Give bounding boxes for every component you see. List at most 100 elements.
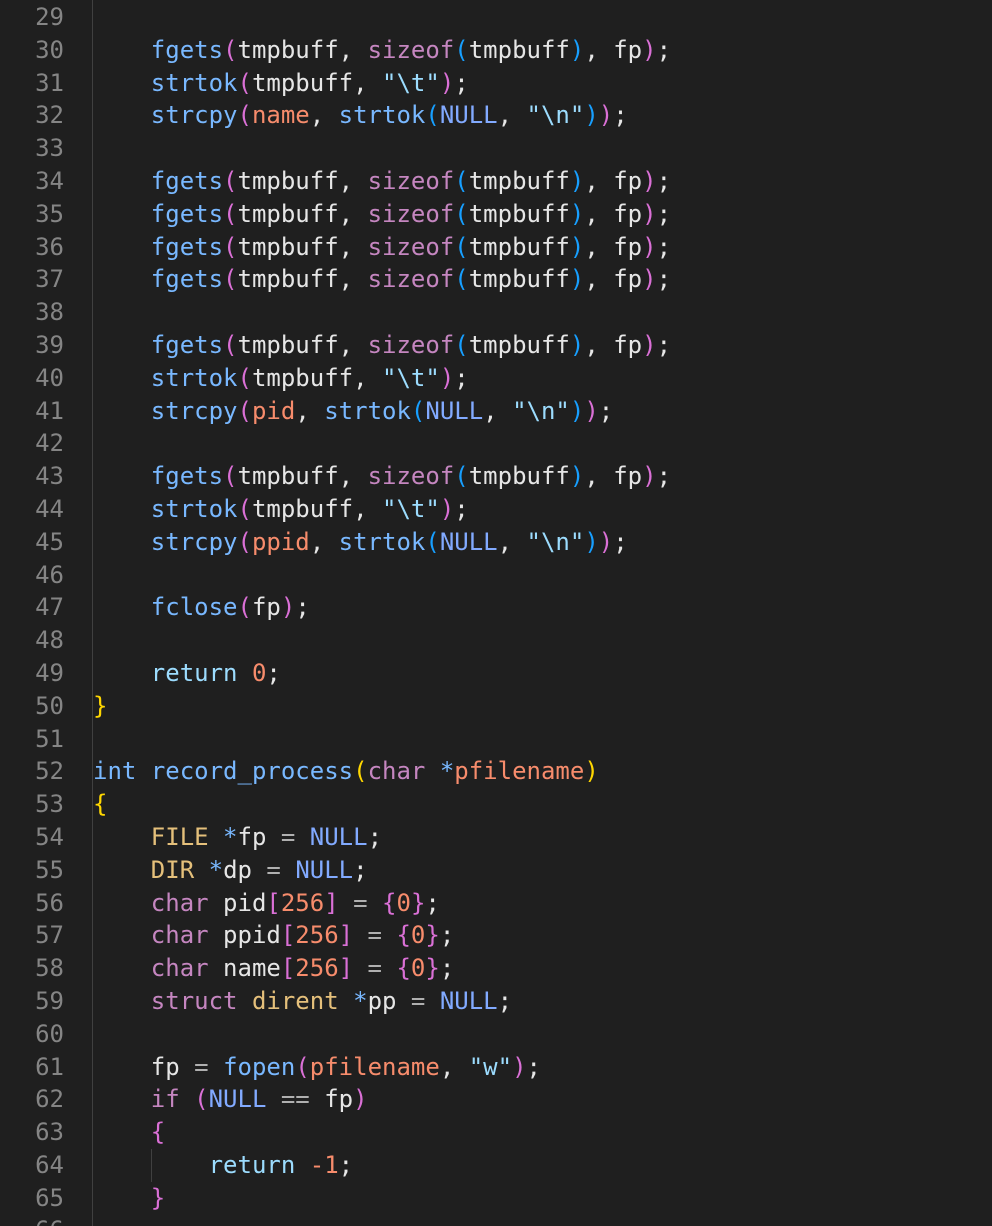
- code-line[interactable]: 57 char ppid[256] = {0};: [0, 919, 992, 952]
- code-token: ,: [584, 265, 614, 294]
- code-line[interactable]: 36 fgets(tmpbuff, sizeof(tmpbuff), fp);: [0, 231, 992, 264]
- code-line[interactable]: 53 {: [0, 788, 992, 821]
- code-line[interactable]: 47 fclose(fp);: [0, 591, 992, 624]
- code-token: ;: [656, 199, 672, 228]
- code-line[interactable]: 40 strtok(tmpbuff, "\t");: [0, 362, 992, 395]
- code-token: tmpbuff: [237, 462, 339, 491]
- code-editor[interactable]: 29 30 fgets(tmpbuff, sizeof(tmpbuff), fp)…: [0, 0, 992, 1226]
- code-token: "\t": [382, 68, 440, 97]
- code-lines: 29 30 fgets(tmpbuff, sizeof(tmpbuff), fp)…: [0, 1, 992, 1226]
- code-token: ;: [338, 1150, 354, 1179]
- code-text: strtok(tmpbuff, "\t");: [93, 493, 992, 526]
- code-text: }: [93, 690, 992, 723]
- code-line[interactable]: 55 DIR *dp = NULL;: [0, 854, 992, 887]
- code-text: struct dirent *pp = NULL;: [93, 985, 992, 1018]
- code-line[interactable]: 49 return 0;: [0, 657, 992, 690]
- code-token: fp: [150, 1052, 180, 1081]
- code-line[interactable]: 65 }: [0, 1182, 992, 1215]
- code-line[interactable]: 59 struct dirent *pp = NULL;: [0, 985, 992, 1018]
- code-token: ;: [439, 921, 455, 950]
- code-line[interactable]: 31 strtok(tmpbuff, "\t");: [0, 67, 992, 100]
- code-token: fgets: [150, 166, 224, 195]
- code-token: (: [237, 68, 252, 97]
- line-number: 29: [35, 3, 64, 31]
- code-token: ,: [353, 68, 383, 97]
- code-text: char ppid[256] = {0};: [93, 919, 992, 952]
- code-token: ,: [439, 1052, 469, 1081]
- code-token: ;: [656, 330, 672, 359]
- code-text: fgets(tmpbuff, sizeof(tmpbuff), fp);: [93, 329, 992, 362]
- code-line[interactable]: 66: [0, 1214, 992, 1226]
- code-line[interactable]: 51: [0, 723, 992, 756]
- line-number: 45: [35, 527, 64, 556]
- code-line[interactable]: 45 strcpy(ppid, strtok(NULL, "\n"));: [0, 526, 992, 559]
- code-token: *: [208, 855, 224, 884]
- code-line[interactable]: 37 fgets(tmpbuff, sizeof(tmpbuff), fp);: [0, 263, 992, 296]
- code-token: pid: [223, 888, 267, 917]
- code-token: ,: [497, 527, 527, 556]
- line-number: 37: [35, 265, 64, 294]
- code-token: strcpy: [150, 101, 238, 130]
- code-line[interactable]: 61 fp = fopen(pfilename, "w");: [0, 1051, 992, 1084]
- code-token: (: [237, 363, 252, 392]
- code-line[interactable]: 54 FILE *fp = NULL;: [0, 821, 992, 854]
- line-number: 50: [35, 691, 64, 720]
- code-line[interactable]: 35 fgets(tmpbuff, sizeof(tmpbuff), fp);: [0, 198, 992, 231]
- code-token: =: [353, 954, 397, 983]
- code-token: ): [642, 232, 657, 261]
- code-token: ): [642, 35, 657, 64]
- code-token: (: [237, 494, 252, 523]
- code-line[interactable]: 46: [0, 559, 992, 592]
- code-token: ,: [295, 396, 325, 425]
- code-token: tmpbuff: [468, 265, 570, 294]
- code-line[interactable]: 42: [0, 427, 992, 460]
- code-text: fgets(tmpbuff, sizeof(tmpbuff), fp);: [93, 263, 992, 296]
- code-token: 0: [410, 954, 426, 983]
- code-text: fgets(tmpbuff, sizeof(tmpbuff), fp);: [93, 231, 992, 264]
- code-line[interactable]: 33: [0, 132, 992, 165]
- code-token: ,: [309, 527, 339, 556]
- code-line[interactable]: 41 strcpy(pid, strtok(NULL, "\n"));: [0, 395, 992, 428]
- code-token: fgets: [150, 35, 224, 64]
- code-line[interactable]: 52 int record_process(char *pfilename): [0, 755, 992, 788]
- code-token: tmpbuff: [237, 35, 339, 64]
- code-line[interactable]: 48: [0, 624, 992, 657]
- code-token: 0: [410, 921, 426, 950]
- code-line[interactable]: 29: [0, 1, 992, 34]
- code-line[interactable]: 43 fgets(tmpbuff, sizeof(tmpbuff), fp);: [0, 460, 992, 493]
- code-line[interactable]: 64 return -1;: [0, 1149, 992, 1182]
- code-line[interactable]: 56 char pid[256] = {0};: [0, 887, 992, 920]
- code-line[interactable]: 39 fgets(tmpbuff, sizeof(tmpbuff), fp);: [0, 329, 992, 362]
- code-line[interactable]: 38: [0, 296, 992, 329]
- line-number: 61: [35, 1052, 64, 1081]
- code-token: FILE: [150, 822, 209, 851]
- code-line[interactable]: 63 {: [0, 1116, 992, 1149]
- code-token: fclose: [150, 593, 238, 622]
- code-line[interactable]: 34 fgets(tmpbuff, sizeof(tmpbuff), fp);: [0, 165, 992, 198]
- code-line[interactable]: 58 char name[256] = {0};: [0, 952, 992, 985]
- code-line[interactable]: 62 if (NULL == fp): [0, 1083, 992, 1116]
- code-token: "w": [468, 1052, 513, 1081]
- code-token: (: [223, 330, 238, 359]
- code-line[interactable]: 60: [0, 1018, 992, 1051]
- code-token: fp: [613, 199, 643, 228]
- code-token: (: [295, 1052, 310, 1081]
- code-token: fp: [251, 593, 281, 622]
- code-line[interactable]: 50}: [0, 690, 992, 723]
- code-line[interactable]: 30 fgets(tmpbuff, sizeof(tmpbuff), fp);: [0, 34, 992, 67]
- code-token: char: [150, 954, 209, 983]
- code-token: ,: [584, 330, 614, 359]
- code-line[interactable]: 32 strcpy(name, strtok(NULL, "\n"));: [0, 99, 992, 132]
- code-line[interactable]: 44 strtok(tmpbuff, "\t");: [0, 493, 992, 526]
- code-token: tmpbuff: [468, 330, 570, 359]
